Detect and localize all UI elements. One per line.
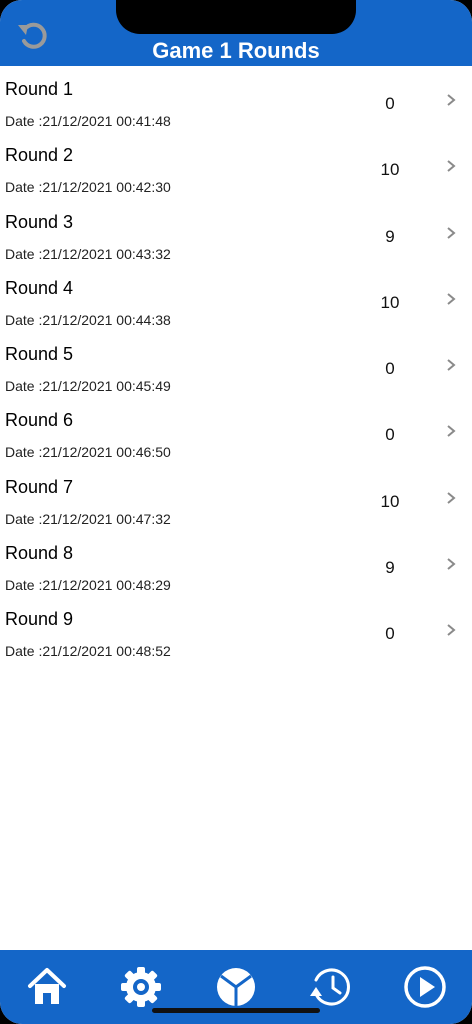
round-score: 9 (385, 226, 395, 246)
round-row[interactable]: Round 1 Date :21/12/2021 00:41:48 0 (0, 66, 472, 132)
round-row[interactable]: Round 9 Date :21/12/2021 00:48:52 0 (0, 596, 472, 662)
round-date: Date :21/12/2021 00:43:32 (5, 245, 171, 262)
round-row[interactable]: Round 3 Date :21/12/2021 00:43:32 9 (0, 199, 472, 265)
round-score: 9 (385, 558, 395, 578)
round-date: Date :21/12/2021 00:48:52 (5, 643, 171, 660)
chevron-right-icon (444, 490, 458, 506)
chevron-right-icon (444, 291, 458, 307)
round-score: 10 (380, 292, 400, 312)
round-score: 10 (380, 160, 400, 180)
round-name: Round 1 (5, 79, 74, 99)
round-name: Round 5 (5, 344, 74, 365)
chevron-right-icon (444, 92, 458, 108)
page-title: Game 1 Rounds (152, 38, 320, 63)
round-score: 0 (385, 94, 395, 113)
round-date: Date :21/12/2021 00:41:48 (5, 113, 171, 129)
play-icon[interactable] (402, 964, 448, 1010)
round-score: 10 (380, 491, 400, 511)
round-score: 0 (385, 359, 395, 379)
round-name: Round 2 (5, 145, 74, 166)
round-row[interactable]: Round 7 Date :21/12/2021 00:47:32 10 (0, 464, 472, 530)
round-row[interactable]: Round 5 Date :21/12/2021 00:45:49 0 (0, 331, 472, 397)
round-row[interactable]: Round 6 Date :21/12/2021 00:46:50 0 (0, 397, 472, 463)
round-date: Date :21/12/2021 00:42:30 (5, 179, 171, 196)
history-clock-icon[interactable] (308, 964, 354, 1010)
header-bar: Game 1 Rounds (0, 0, 472, 66)
rounds-list: Round 1 Date :21/12/2021 00:41:48 0 Roun… (0, 66, 472, 663)
chevron-right-icon (444, 423, 458, 439)
round-date: Date :21/12/2021 00:45:49 (5, 378, 171, 395)
round-score: 0 (385, 425, 395, 445)
chevron-right-icon (444, 622, 458, 638)
round-row[interactable]: Round 8 Date :21/12/2021 00:48:29 9 (0, 530, 472, 596)
settings-gear-icon[interactable] (118, 964, 164, 1010)
round-name: Round 4 (5, 277, 74, 298)
round-date: Date :21/12/2021 00:48:29 (5, 577, 171, 594)
round-row[interactable]: Round 4 Date :21/12/2021 00:44:38 10 (0, 265, 472, 331)
round-name: Round 3 (5, 211, 74, 232)
round-date: Date :21/12/2021 00:44:38 (5, 311, 171, 328)
chevron-right-icon (444, 225, 458, 241)
stats-pie-icon[interactable] (213, 964, 259, 1010)
round-date: Date :21/12/2021 00:46:50 (5, 444, 171, 461)
chevron-right-icon (444, 357, 458, 373)
chevron-right-icon (444, 158, 458, 174)
round-name: Round 7 (5, 476, 74, 497)
chevron-right-icon (444, 556, 458, 572)
round-score: 0 (385, 624, 395, 644)
device-notch (116, 0, 356, 34)
home-icon[interactable] (24, 964, 70, 1010)
round-name: Round 6 (5, 410, 74, 431)
round-name: Round 8 (5, 543, 74, 564)
home-indicator[interactable] (152, 1008, 320, 1013)
screen: Game 1 Rounds Round 1 Date :21/12/2021 0… (0, 0, 472, 1024)
round-row[interactable]: Round 2 Date :21/12/2021 00:42:30 10 (0, 132, 472, 198)
round-name: Round 9 (5, 609, 74, 630)
round-date: Date :21/12/2021 00:47:32 (5, 510, 171, 527)
